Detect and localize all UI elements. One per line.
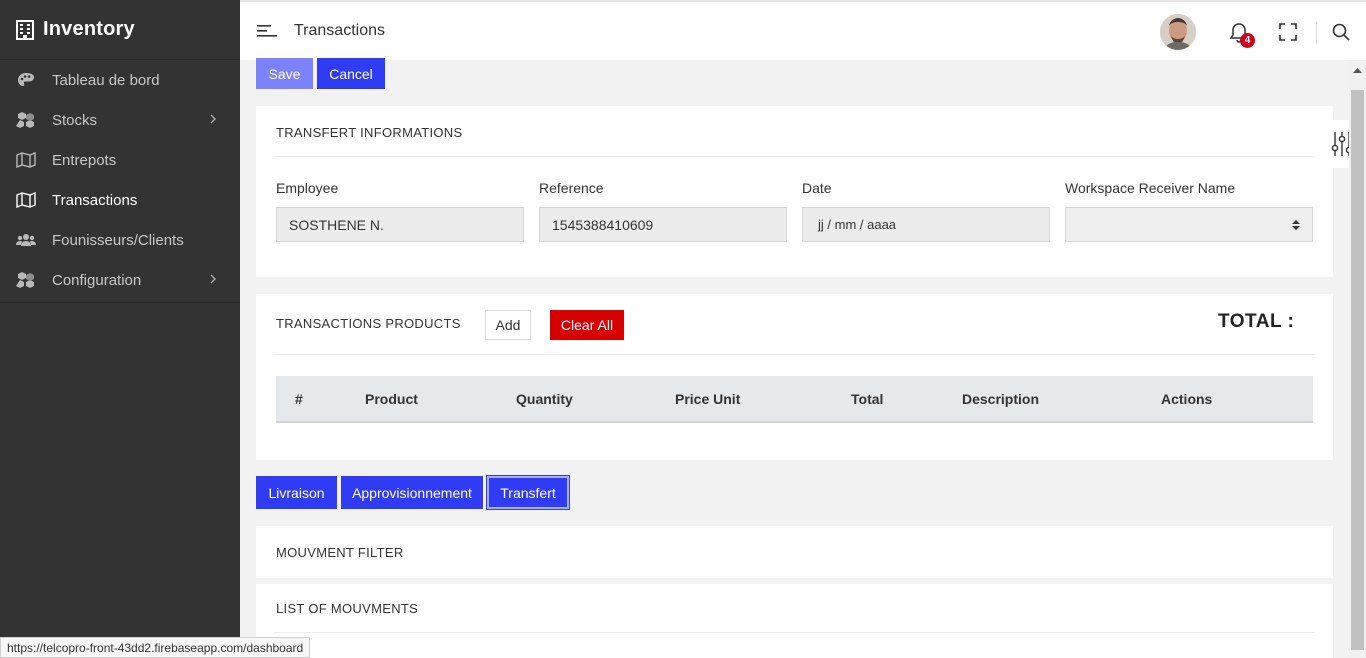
clear-all-button[interactable]: Clear All xyxy=(550,310,624,340)
mouvment-filter-card[interactable]: MOUVMENT FILTER xyxy=(256,526,1333,578)
brand[interactable]: Inventory xyxy=(0,0,240,60)
notification-badge: 4 xyxy=(1240,33,1255,48)
menu-toggle-icon[interactable] xyxy=(256,22,278,40)
scroll-up-arrow[interactable] xyxy=(1349,62,1366,78)
status-url: https://telcopro-front-43dd2.firebaseapp… xyxy=(0,637,311,658)
column-header[interactable]: Actions xyxy=(1161,391,1212,407)
sidebar-item-label: Configuration xyxy=(52,271,142,289)
sidebar-item-label: Entrepots xyxy=(52,151,117,169)
map-icon xyxy=(16,190,36,210)
card-divider xyxy=(274,156,1315,157)
cancel-button[interactable]: Cancel xyxy=(317,58,385,89)
sidebar-item-label: Tableau de bord xyxy=(52,71,160,89)
card-title: TRANSFERT INFORMATIONS xyxy=(276,125,463,140)
map-icon xyxy=(16,150,36,170)
tab-livraison[interactable]: Livraison xyxy=(256,476,337,509)
products-table-header: # Product Quantity Price Unit Total Desc… xyxy=(276,376,1313,423)
chevron-right-icon xyxy=(210,114,216,124)
column-header[interactable]: Total xyxy=(851,391,883,407)
transfer-info-card: TRANSFERT INFORMATIONS Employee SOSTHENE… xyxy=(256,106,1333,277)
sidebar-divider xyxy=(0,302,240,303)
reference-field[interactable]: 1545388410609 xyxy=(539,207,787,242)
column-header[interactable]: Product xyxy=(365,391,418,407)
topbar: Transactions 4 xyxy=(240,0,1366,60)
search-icon[interactable] xyxy=(1331,22,1351,42)
boxes-icon xyxy=(16,270,36,290)
add-button[interactable]: Add xyxy=(485,310,531,340)
sidebar-item-entrepots[interactable]: Entrepots xyxy=(0,140,240,180)
card-title: MOUVMENT FILTER xyxy=(276,545,404,560)
sidebar-item-label: Transactions xyxy=(52,191,138,209)
column-header[interactable]: Quantity xyxy=(516,391,573,407)
sidebar: Inventory Tableau de bord Stocks Entrepo… xyxy=(0,0,240,658)
fullscreen-icon[interactable] xyxy=(1278,22,1298,42)
brand-title: Inventory xyxy=(43,18,135,40)
card-title: TRANSACTIONS PRODUCTS xyxy=(276,316,461,331)
workspace-receiver-label: Workspace Receiver Name xyxy=(1065,180,1236,196)
select-arrows-icon xyxy=(1292,220,1300,230)
sidebar-item-founisseurs-clients[interactable]: Founisseurs/Clients xyxy=(0,220,240,260)
transactions-products-card: TRANSACTIONS PRODUCTS Add Clear All TOTA… xyxy=(256,294,1333,460)
sidebar-item-stocks[interactable]: Stocks xyxy=(0,100,240,140)
date-field[interactable]: jj / mm / aaaa xyxy=(802,207,1050,242)
chevron-right-icon xyxy=(210,274,216,284)
column-header[interactable]: Description xyxy=(962,391,1039,407)
sidebar-item-label: Founisseurs/Clients xyxy=(52,231,184,249)
vertical-scrollbar[interactable] xyxy=(1349,60,1366,658)
employee-label: Employee xyxy=(276,180,339,196)
sidebar-item-configuration[interactable]: Configuration xyxy=(0,260,240,300)
sidebar-item-tableau-de-bord[interactable]: Tableau de bord xyxy=(0,60,240,100)
scroll-thumb[interactable] xyxy=(1351,90,1364,650)
avatar[interactable] xyxy=(1160,14,1196,50)
palette-icon xyxy=(16,70,36,90)
column-header[interactable]: # xyxy=(295,391,303,407)
date-label: Date xyxy=(802,180,832,196)
topbar-divider xyxy=(1316,22,1317,44)
tab-approvisionnement[interactable]: Approvisionnement xyxy=(341,476,483,509)
boxes-icon xyxy=(16,110,36,130)
users-icon xyxy=(16,230,36,250)
sidebar-item-transactions[interactable]: Transactions xyxy=(0,180,240,220)
page-title: Transactions xyxy=(294,22,385,39)
card-title: LIST OF MOUVMENTS xyxy=(276,601,419,616)
sidebar-item-label: Stocks xyxy=(52,111,98,129)
column-header[interactable]: Price Unit xyxy=(675,391,740,407)
building-icon xyxy=(16,19,34,40)
employee-field[interactable]: SOSTHENE N. xyxy=(276,207,524,242)
total-label: TOTAL : xyxy=(1218,311,1295,332)
workspace-receiver-select[interactable] xyxy=(1065,207,1313,242)
tab-transfert[interactable]: Transfert xyxy=(487,476,569,509)
list-mouvments-card: LIST OF MOUVMENTS xyxy=(256,584,1333,658)
card-divider xyxy=(274,354,1315,355)
reference-label: Reference xyxy=(539,180,604,196)
sidebar-nav: Tableau de bord Stocks Entrepots Transac… xyxy=(0,60,240,300)
save-button[interactable]: Save xyxy=(256,58,313,89)
card-divider xyxy=(274,632,1315,633)
